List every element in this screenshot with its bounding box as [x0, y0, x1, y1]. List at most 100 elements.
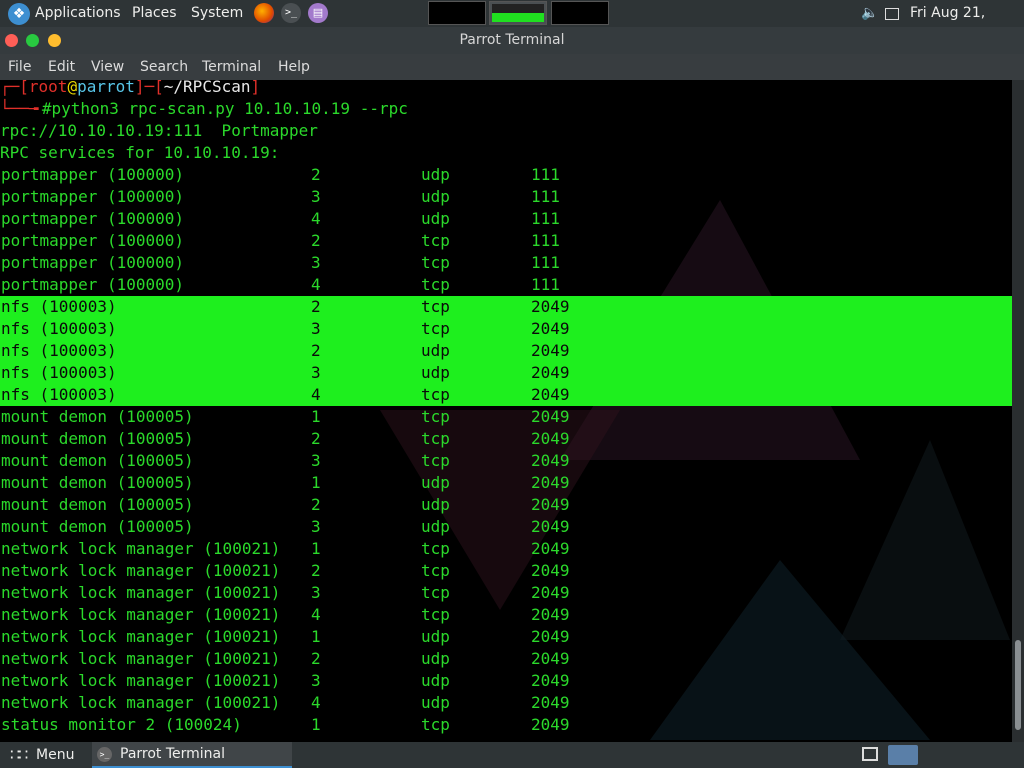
- service-version: 2: [311, 561, 321, 580]
- service-version: 3: [311, 319, 321, 338]
- top-panel: ❖ Applications Places System >_ ▤ 🔈 Fri …: [0, 0, 1024, 48]
- terminal-scrollbar-thumb[interactable]: [1015, 640, 1021, 730]
- rpc-service-row: mount demon (100005) 1 tcp 2049: [0, 406, 1012, 428]
- clock[interactable]: Fri Aug 21, 02:19: [910, 0, 1024, 48]
- service-protocol: udp: [421, 517, 450, 536]
- rpc-service-row: network lock manager (100021) 2 udp 2049: [0, 648, 1012, 670]
- rpc-service-row: network lock manager (100021) 4 tcp 2049: [0, 604, 1012, 626]
- firefox-icon[interactable]: [254, 3, 274, 23]
- service-port: 111: [531, 209, 560, 228]
- menu-view[interactable]: View: [91, 54, 124, 80]
- service-name: portmapper (100000): [1, 275, 185, 294]
- rpc-service-row: mount demon (100005) 1 udp 2049: [0, 472, 1012, 494]
- prompt-user: root: [28, 80, 68, 96]
- menu-help[interactable]: Help: [278, 54, 310, 80]
- service-name: portmapper (100000): [1, 209, 185, 228]
- menu-edit[interactable]: Edit: [48, 54, 75, 80]
- service-name: mount demon (100005): [1, 451, 194, 470]
- rpc-service-row: nfs (100003) 2 udp 2049: [0, 340, 1012, 362]
- service-protocol: tcp: [421, 451, 450, 470]
- service-port: 2049: [531, 671, 570, 690]
- service-protocol: tcp: [421, 539, 450, 558]
- service-port: 2049: [531, 319, 570, 338]
- service-name: status monitor 2 (100024): [1, 715, 242, 734]
- close-window-button[interactable]: [5, 34, 18, 47]
- service-version: 4: [311, 275, 321, 294]
- menu-button[interactable]: Menu: [36, 742, 74, 768]
- terminal-launcher-icon[interactable]: >_: [281, 3, 301, 23]
- minimize-window-button[interactable]: [48, 34, 61, 47]
- service-protocol: tcp: [421, 385, 450, 404]
- service-port: 2049: [531, 627, 570, 646]
- service-port: 2049: [531, 341, 570, 360]
- service-name: mount demon (100005): [1, 473, 194, 492]
- rpc-service-row: nfs (100003) 3 tcp 2049: [0, 318, 1012, 340]
- service-port: 2049: [531, 605, 570, 624]
- service-name: nfs (100003): [1, 341, 117, 360]
- service-version: 4: [311, 209, 321, 228]
- parrot-logo-icon[interactable]: ❖: [8, 3, 30, 25]
- service-version: 3: [311, 517, 321, 536]
- service-protocol: tcp: [421, 561, 450, 580]
- service-port: 2049: [531, 385, 570, 404]
- service-protocol: tcp: [421, 715, 450, 734]
- service-protocol: tcp: [421, 231, 450, 250]
- service-name: mount demon (100005): [1, 517, 194, 536]
- command-line: └──╼ #python3 rpc-scan.py 10.10.10.19 --…: [0, 99, 408, 118]
- rpc-service-row: mount demon (100005) 3 udp 2049: [0, 516, 1012, 538]
- service-port: 2049: [531, 473, 570, 492]
- service-name: portmapper (100000): [1, 253, 185, 272]
- network-icon[interactable]: [862, 747, 878, 761]
- service-version: 4: [311, 605, 321, 624]
- rpc-service-row: mount demon (100005) 2 udp 2049: [0, 494, 1012, 516]
- display-icon[interactable]: [885, 8, 899, 20]
- window-title: Parrot Terminal: [459, 32, 565, 48]
- window-titlebar[interactable]: Parrot Terminal: [0, 27, 1024, 54]
- service-port: 2049: [531, 495, 570, 514]
- service-protocol: tcp: [421, 297, 450, 316]
- service-version: 1: [311, 539, 321, 558]
- menu-search[interactable]: Search: [140, 54, 188, 80]
- service-version: 4: [311, 693, 321, 712]
- service-port: 2049: [531, 363, 570, 382]
- show-desktop-icon[interactable]: [888, 745, 918, 765]
- service-port: 2049: [531, 583, 570, 602]
- maximize-window-button[interactable]: [26, 34, 39, 47]
- service-name: portmapper (100000): [1, 165, 185, 184]
- applications-menu[interactable]: Applications: [35, 0, 121, 27]
- service-port: 2049: [531, 297, 570, 316]
- rpc-service-row: portmapper (100000) 4 udp 111: [0, 208, 1012, 230]
- workspace-1[interactable]: [428, 1, 486, 25]
- apps-grid-icon[interactable]: ∷∷: [10, 746, 28, 764]
- rpc-service-row: nfs (100003) 3 udp 2049: [0, 362, 1012, 384]
- volume-icon[interactable]: 🔈: [861, 5, 878, 21]
- text-editor-icon[interactable]: ▤: [308, 3, 328, 23]
- output-portmapper-url: rpc://10.10.10.19:111 Portmapper: [0, 121, 318, 140]
- rpc-service-row: status monitor 2 (100024) 1 tcp 2049: [0, 714, 1012, 736]
- service-protocol: udp: [421, 187, 450, 206]
- system-menu[interactable]: System: [191, 0, 243, 27]
- rpc-service-row: mount demon (100005) 3 tcp 2049: [0, 450, 1012, 472]
- workspace-2[interactable]: [489, 1, 547, 25]
- taskbar-parrot-terminal[interactable]: >_ Parrot Terminal: [92, 742, 292, 768]
- service-protocol: tcp: [421, 275, 450, 294]
- command-text: #python3 rpc-scan.py 10.10.10.19 --rpc: [41, 99, 408, 118]
- workspace-3[interactable]: [551, 1, 609, 25]
- service-protocol: udp: [421, 473, 450, 492]
- menu-file[interactable]: File: [8, 54, 31, 80]
- menubar: File Edit View Search Terminal Help: [0, 54, 1024, 80]
- menu-terminal[interactable]: Terminal: [202, 54, 261, 80]
- service-name: mount demon (100005): [1, 429, 194, 448]
- places-menu[interactable]: Places: [132, 0, 177, 27]
- service-protocol: udp: [421, 671, 450, 690]
- service-port: 111: [531, 253, 560, 272]
- service-protocol: udp: [421, 693, 450, 712]
- service-name: nfs (100003): [1, 297, 117, 316]
- rpc-service-row: portmapper (100000) 4 tcp 111: [0, 274, 1012, 296]
- service-port: 2049: [531, 561, 570, 580]
- prompt-dir: ~/RPCScan: [163, 80, 251, 96]
- rpc-service-row: network lock manager (100021) 3 tcp 2049: [0, 582, 1012, 604]
- terminal-output[interactable]: ┌─[root@parrot]─[~/RPCScan] └──╼ #python…: [0, 80, 1012, 742]
- rpc-service-row: network lock manager (100021) 1 tcp 2049: [0, 538, 1012, 560]
- service-version: 1: [311, 473, 321, 492]
